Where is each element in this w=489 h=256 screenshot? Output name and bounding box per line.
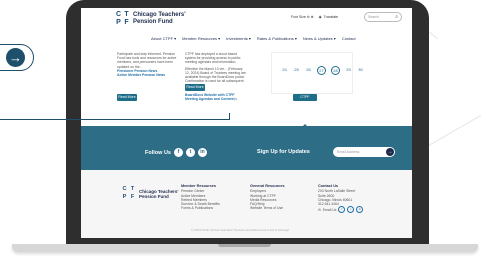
- calendar-day[interactable]: 27: [317, 66, 326, 75]
- copyright: © 2024 Public School Teachers' Pension a…: [191, 228, 290, 232]
- footer-social: ✉ Email Us f t in: [318, 206, 364, 214]
- follow-us: Follow Us f t in: [145, 148, 207, 157]
- footer-link[interactable]: Forms & Publications: [181, 206, 220, 210]
- callout-line-vertical: [229, 113, 230, 120]
- mail-icon: ✉: [318, 207, 321, 212]
- globe-icon: ◉: [318, 15, 322, 19]
- site-footer: C T P F Chicago Teachers' Pension Fund M…: [81, 170, 412, 238]
- footer-member-resources: Member Resources Pension Center Active M…: [181, 184, 220, 211]
- utility-bar: Font Size ⊖ ⊕ ◉ Translate: [291, 15, 338, 19]
- nav-item-member-resources[interactable]: Member Resources ▾: [182, 36, 220, 41]
- footer-link[interactable]: Website Terms of Use: [250, 206, 285, 210]
- footer-heading: Contact Us: [318, 184, 339, 188]
- decorative-line: [420, 115, 482, 151]
- calendar-day[interactable]: 28: [331, 66, 340, 75]
- search-placeholder: Search: [368, 15, 380, 19]
- logo-line-1: Chicago Teachers': [133, 12, 186, 18]
- boarddocs-text: CTPF has deployed a cloud based system f…: [185, 52, 241, 65]
- footer-heading: Member Resources: [181, 184, 217, 188]
- twitter-icon[interactable]: t: [185, 148, 195, 157]
- footer-logo[interactable]: C T P F Chicago Teachers' Pension Fund: [121, 186, 179, 201]
- main-nav: About CTPF ▾ Member Resources ▾ Investme…: [151, 36, 356, 41]
- logo-letter: P: [116, 19, 121, 26]
- logo-letter: T: [124, 11, 129, 18]
- logo-letter: F: [130, 194, 135, 200]
- linkedin-icon[interactable]: in: [356, 206, 364, 214]
- search-icon[interactable]: ⌕: [395, 14, 398, 20]
- calendar-day[interactable]: 25: [293, 66, 300, 73]
- laptop-notch: [218, 244, 271, 247]
- footer-general-resources: General Resources Employers Working at C…: [250, 184, 285, 211]
- ctpf-calendar-button[interactable]: CTPF Calendar: [293, 94, 317, 106]
- logo-line-2: Pension Fund: [139, 193, 169, 199]
- news-text: Participate and stay informed. Pension F…: [117, 52, 177, 69]
- news-column: Participate and stay informed. Pension F…: [117, 52, 177, 77]
- arrow-right-icon: →: [6, 48, 25, 67]
- logo-mark: C T P F: [121, 186, 136, 201]
- boarddocs-column: CTPF has deployed a cloud based system f…: [185, 52, 247, 88]
- logo-letter: F: [124, 19, 129, 26]
- email-signup-input[interactable]: Email Address →: [333, 147, 395, 157]
- logo-line-1: Chicago Teachers': [139, 188, 179, 194]
- translate-control[interactable]: ◉ Translate: [319, 15, 339, 19]
- facebook-icon[interactable]: f: [173, 148, 183, 157]
- calendar-days: 24 25 26 27 28 29 30: [281, 66, 364, 75]
- nav-item-investments[interactable]: Investments ▾: [226, 36, 251, 41]
- logo-text: Chicago Teachers' Pension Fund: [133, 12, 186, 25]
- site-header: C T P F Chicago Teachers' Pension Fund F…: [81, 8, 412, 48]
- logo-mark: C T P F: [115, 11, 130, 26]
- signup-label: Sign Up for Updates: [257, 149, 310, 155]
- boarddocs-link[interactable]: BoardDocs Website with CTPF Meeting Agen…: [185, 93, 247, 101]
- search-input[interactable]: Search ⌕: [364, 12, 402, 22]
- callout-line: [0, 119, 230, 120]
- logo-line-2: Pension Fund: [133, 18, 173, 25]
- main-content: Participate and stay informed. Pension F…: [81, 48, 412, 126]
- side-arrow-button[interactable]: →: [0, 44, 34, 71]
- font-size-control[interactable]: Font Size ⊖ ⊕: [291, 15, 314, 19]
- read-more-button-2[interactable]: Read More: [185, 84, 205, 91]
- footer-contact: Contact Us 203 North LaSalle Street Suit…: [318, 184, 364, 214]
- logo-letter: P: [122, 194, 127, 200]
- active-member-news-link[interactable]: Active Member Pension News: [117, 73, 177, 77]
- nav-item-contact[interactable]: Contact: [342, 36, 356, 41]
- logo-letter: T: [130, 186, 135, 192]
- calendar-day[interactable]: 26: [305, 66, 312, 73]
- nav-item-news-updates[interactable]: News & Updates ▾: [303, 36, 336, 41]
- twitter-icon[interactable]: t: [347, 206, 355, 214]
- calendar-day[interactable]: 30: [357, 66, 364, 73]
- nav-item-rates-publications[interactable]: Rates & Publications ▾: [257, 36, 297, 41]
- facebook-icon[interactable]: f: [338, 206, 346, 214]
- footer-heading: General Resources: [250, 184, 285, 188]
- logo-letter: C: [122, 186, 127, 192]
- email-placeholder: Email Address: [337, 150, 360, 154]
- calendar-day[interactable]: 29: [345, 66, 352, 73]
- logo-text: Chicago Teachers' Pension Fund: [139, 189, 179, 199]
- site-logo[interactable]: C T P F Chicago Teachers' Pension Fund: [115, 11, 186, 26]
- nav-item-about[interactable]: About CTPF ▾: [151, 36, 176, 41]
- translate-label: Translate: [323, 15, 339, 19]
- arrow-right-icon[interactable]: →: [386, 148, 394, 156]
- read-more-button[interactable]: Read More: [117, 94, 137, 101]
- email-us-link[interactable]: Email Us: [323, 208, 337, 212]
- logo-letter: C: [115, 11, 122, 18]
- calendar-day[interactable]: 24: [281, 66, 288, 73]
- laptop-screen: C T P F Chicago Teachers' Pension Fund F…: [81, 8, 412, 238]
- follow-us-label: Follow Us: [145, 149, 171, 156]
- linkedin-icon[interactable]: in: [197, 148, 207, 157]
